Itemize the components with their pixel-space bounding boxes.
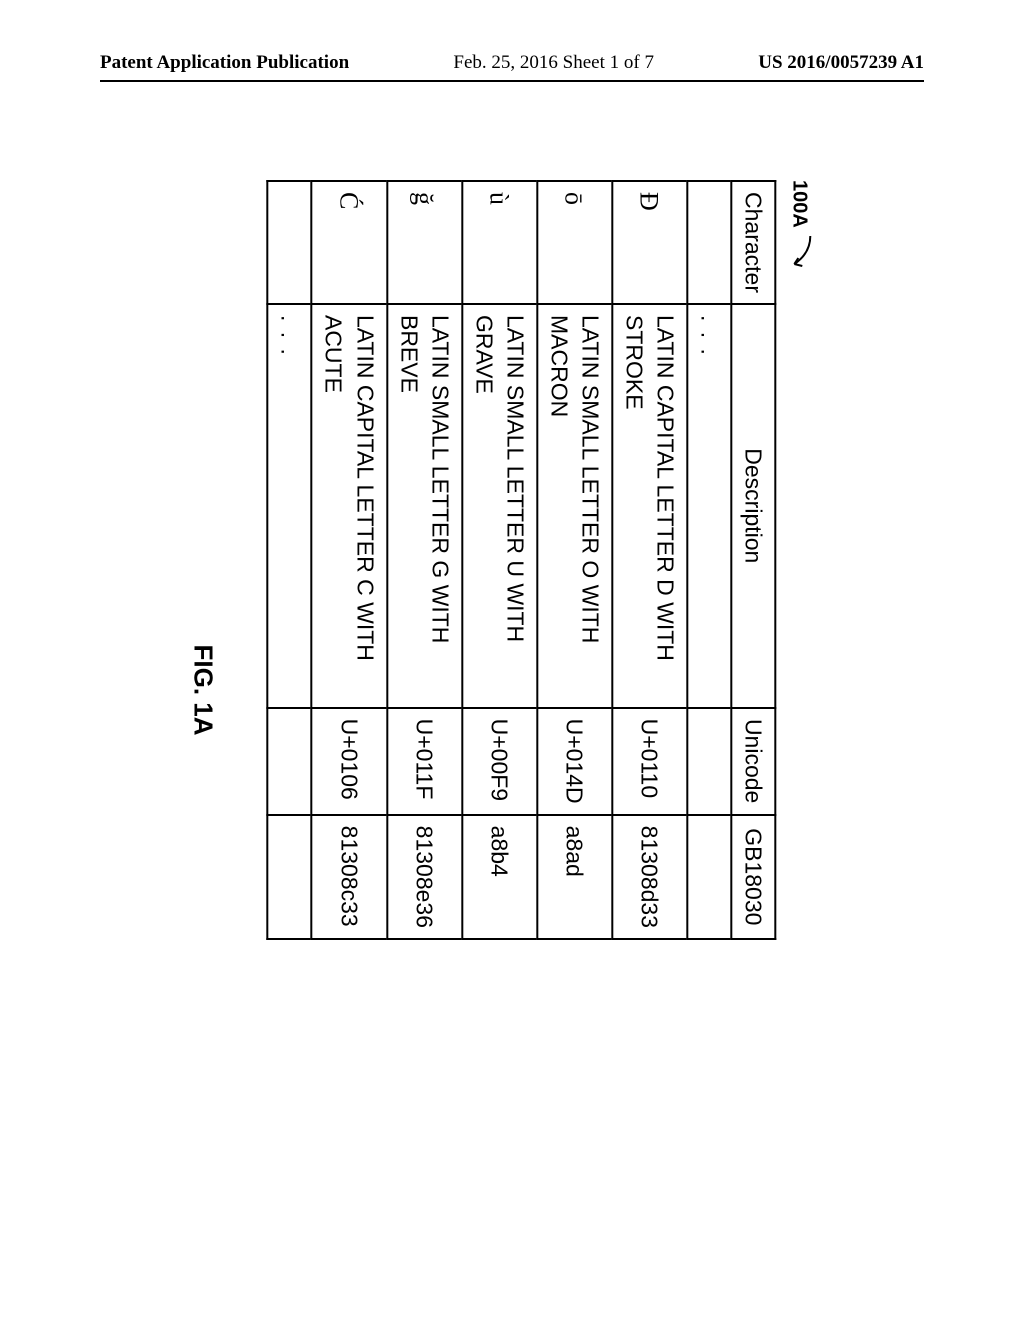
cell-gb18030: 81308c33 bbox=[312, 815, 387, 939]
col-unicode: Unicode bbox=[731, 708, 775, 815]
glyph: ğ bbox=[409, 192, 438, 206]
cell-description: LATIN SMALL LETTER U WITH GRAVE bbox=[462, 304, 537, 708]
page-header: Patent Application Publication Feb. 25, … bbox=[0, 52, 1024, 82]
figure-content: 100A Character Description Unicode GB180… bbox=[188, 180, 813, 1200]
cell-description: LATIN SMALL LETTER O WITH MACRON bbox=[537, 304, 612, 708]
table-row-ellipsis: . . . bbox=[687, 181, 731, 939]
cell-character: ù bbox=[462, 181, 537, 304]
cell-empty bbox=[268, 181, 312, 304]
cell-empty bbox=[268, 815, 312, 939]
patent-page: Patent Application Publication Feb. 25, … bbox=[0, 0, 1024, 1320]
cell-unicode: U+0106 bbox=[312, 708, 387, 815]
reference-number: 100A bbox=[788, 180, 811, 228]
cell-unicode: U+014D bbox=[537, 708, 612, 815]
header-row: Patent Application Publication Feb. 25, … bbox=[100, 52, 924, 74]
cell-ellipsis: . . . bbox=[268, 304, 312, 708]
header-rule bbox=[100, 80, 924, 82]
table-header-row: Character Description Unicode GB18030 bbox=[731, 181, 775, 939]
cell-empty bbox=[687, 815, 731, 939]
cell-description: LATIN CAPITAL LETTER D WITH STROKE bbox=[612, 304, 687, 708]
table-row-ellipsis: . . . bbox=[268, 181, 312, 939]
header-left: Patent Application Publication bbox=[100, 52, 349, 74]
cell-ellipsis: . . . bbox=[687, 304, 731, 708]
col-character: Character bbox=[731, 181, 775, 304]
cell-character: ğ bbox=[387, 181, 462, 304]
cell-unicode: U+0110 bbox=[612, 708, 687, 815]
character-table: Character Description Unicode GB18030 . … bbox=[267, 180, 777, 940]
cell-empty bbox=[687, 708, 731, 815]
cell-character: Ć bbox=[312, 181, 387, 304]
cell-gb18030: a8ad bbox=[537, 815, 612, 939]
table-row: ō LATIN SMALL LETTER O WITH MACRON U+014… bbox=[537, 181, 612, 939]
glyph: ō bbox=[560, 192, 589, 206]
figure-caption: FIG. 1A bbox=[188, 180, 219, 1200]
glyph: ù bbox=[485, 192, 514, 206]
cell-unicode: U+011F bbox=[387, 708, 462, 815]
table-row: ğ LATIN SMALL LETTER G WITH BREVE U+011F… bbox=[387, 181, 462, 939]
cell-character: Đ bbox=[612, 181, 687, 304]
cell-unicode: U+00F9 bbox=[462, 708, 537, 815]
cell-empty bbox=[687, 181, 731, 304]
cell-empty bbox=[268, 708, 312, 815]
col-gb18030: GB18030 bbox=[731, 815, 775, 939]
reference-label: 100A bbox=[786, 180, 812, 1200]
cell-character: ō bbox=[537, 181, 612, 304]
header-right: US 2016/0057239 A1 bbox=[758, 52, 924, 74]
glyph: Ć bbox=[334, 192, 363, 210]
cell-gb18030: a8b4 bbox=[462, 815, 537, 939]
col-description: Description bbox=[731, 304, 775, 708]
lead-line-arrow-icon bbox=[786, 234, 812, 274]
cell-gb18030: 81308e36 bbox=[387, 815, 462, 939]
header-center: Feb. 25, 2016 Sheet 1 of 7 bbox=[453, 52, 654, 74]
cell-description: LATIN SMALL LETTER G WITH BREVE bbox=[387, 304, 462, 708]
glyph: Đ bbox=[635, 192, 664, 212]
table-row: Ć LATIN CAPITAL LETTER C WITH ACUTE U+01… bbox=[312, 181, 387, 939]
table-header: Character Description Unicode GB18030 bbox=[731, 181, 775, 939]
table-row: Đ LATIN CAPITAL LETTER D WITH STROKE U+0… bbox=[612, 181, 687, 939]
cell-gb18030: 81308d33 bbox=[612, 815, 687, 939]
cell-description: LATIN CAPITAL LETTER C WITH ACUTE bbox=[312, 304, 387, 708]
table-row: ù LATIN SMALL LETTER U WITH GRAVE U+00F9… bbox=[462, 181, 537, 939]
